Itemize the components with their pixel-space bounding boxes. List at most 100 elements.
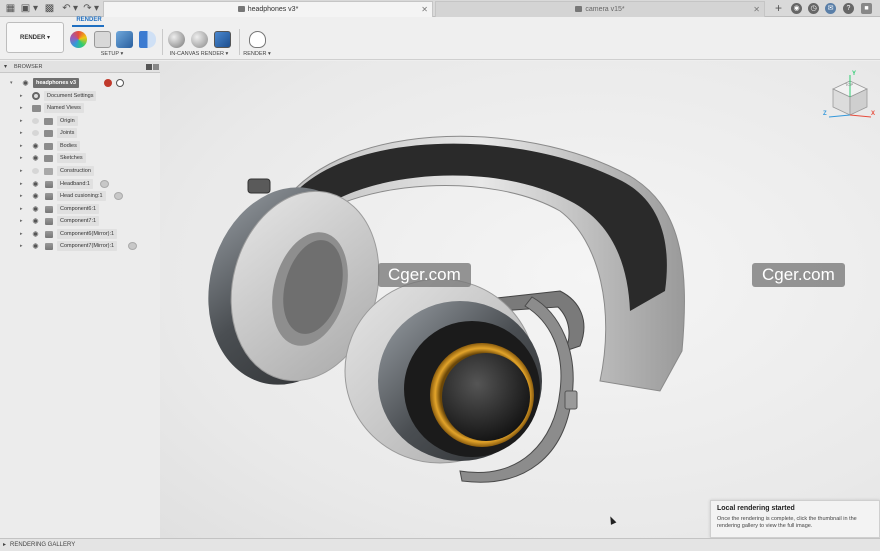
tree-item-label[interactable]: Sketches bbox=[57, 153, 86, 163]
expand-arrow-icon[interactable]: ▸ bbox=[3, 539, 6, 551]
appearance-icon[interactable] bbox=[70, 31, 87, 48]
expand-arrow-icon[interactable]: ▸ bbox=[20, 178, 26, 190]
rendering-gallery-bar[interactable]: ▸ RENDERING GALLERY bbox=[0, 538, 880, 551]
scene-settings-icon[interactable] bbox=[94, 31, 111, 48]
chevron-down-icon[interactable]: ▾ bbox=[91, 3, 102, 14]
workspace-switcher[interactable]: RENDER ▾ bbox=[6, 22, 64, 53]
new-tab-icon[interactable]: + bbox=[773, 2, 784, 14]
expand-arrow-icon[interactable]: ▸ bbox=[20, 90, 26, 102]
visibility-icon[interactable] bbox=[32, 218, 39, 224]
tree-item-construction[interactable]: ▸ Construction bbox=[0, 165, 160, 177]
collapse-arrow-icon[interactable]: ▾ bbox=[10, 77, 16, 89]
visibility-icon[interactable] bbox=[32, 206, 39, 212]
tab-camera[interactable]: camera v15* ✕ bbox=[435, 1, 765, 17]
expand-arrow-icon[interactable]: ▸ bbox=[20, 165, 26, 177]
headphones-model[interactable] bbox=[160, 61, 880, 538]
viewcube-graphic[interactable] bbox=[825, 73, 875, 123]
save-icon[interactable]: ▩ bbox=[44, 3, 55, 14]
expand-icon[interactable] bbox=[153, 64, 159, 70]
expand-arrow-icon[interactable]: ▸ bbox=[20, 228, 26, 240]
group-setup[interactable]: SETUP ▾ bbox=[88, 51, 136, 57]
expand-arrow-icon[interactable]: ▸ bbox=[20, 127, 26, 139]
expand-arrow-icon[interactable]: ▸ bbox=[20, 152, 26, 164]
expand-arrow-icon[interactable]: ▸ bbox=[20, 215, 26, 227]
tab-headphones[interactable]: headphones v3* ✕ bbox=[103, 1, 433, 17]
pin-icon[interactable] bbox=[146, 64, 152, 70]
tree-item-sketches[interactable]: ▸ Sketches bbox=[0, 152, 160, 164]
tree-item-joints[interactable]: ▸ Joints bbox=[0, 127, 160, 139]
tree-item-label[interactable]: Named Views bbox=[44, 103, 84, 113]
visibility-icon[interactable] bbox=[32, 130, 39, 136]
visibility-icon[interactable] bbox=[32, 143, 39, 149]
job-status-icon[interactable]: ◷ bbox=[808, 3, 819, 14]
tree-item-label[interactable]: Component7:1 bbox=[57, 216, 100, 226]
texture-map-icon[interactable] bbox=[116, 31, 133, 48]
close-icon[interactable]: ✕ bbox=[753, 2, 760, 18]
visibility-icon[interactable] bbox=[32, 168, 39, 174]
tree-item-label[interactable]: Component6(Mirror):1 bbox=[57, 229, 118, 239]
help-icon[interactable]: ? bbox=[843, 3, 854, 14]
expand-arrow-icon[interactable]: ▸ bbox=[20, 140, 26, 152]
tab-label: headphones v3* bbox=[247, 6, 299, 13]
tree-item-origin[interactable]: ▸ Origin bbox=[0, 115, 160, 127]
capture-image-icon[interactable] bbox=[214, 31, 231, 48]
group-in-canvas-render[interactable]: IN-CANVAS RENDER ▾ bbox=[166, 51, 232, 57]
link-icon[interactable] bbox=[128, 242, 137, 250]
visibility-icon[interactable] bbox=[22, 80, 29, 86]
chevron-down-icon[interactable]: ▾ bbox=[30, 3, 41, 14]
in-canvas-render-icon[interactable] bbox=[168, 31, 185, 48]
notifications-icon[interactable]: ✉ bbox=[825, 3, 836, 14]
expand-arrow-icon[interactable]: ▸ bbox=[20, 115, 26, 127]
visibility-icon[interactable] bbox=[32, 243, 39, 249]
decal-icon[interactable] bbox=[139, 31, 156, 48]
active-component-icon[interactable] bbox=[116, 79, 124, 87]
tree-item-label[interactable]: Origin bbox=[57, 116, 78, 126]
tree-item-named-views[interactable]: ▸ Named Views bbox=[0, 102, 160, 114]
tab-render[interactable]: RENDER bbox=[70, 17, 108, 23]
tree-item-label[interactable]: headphones v3 bbox=[33, 78, 80, 88]
grid-menu-icon[interactable]: ▦ bbox=[5, 3, 16, 14]
chevron-down-icon[interactable]: ▾ bbox=[70, 3, 81, 14]
render-notification[interactable]: Local rendering started Once the renderi… bbox=[710, 500, 880, 538]
expand-arrow-icon[interactable]: ▸ bbox=[20, 203, 26, 215]
visibility-icon[interactable] bbox=[32, 231, 39, 237]
tree-item-component6-mirror[interactable]: ▸ Component6(Mirror):1 bbox=[0, 228, 160, 240]
tree-item-label[interactable]: Construction bbox=[57, 166, 94, 176]
tree-item-label[interactable]: Joints bbox=[57, 128, 78, 138]
tree-item-label[interactable]: Bodies bbox=[57, 141, 80, 151]
visibility-icon[interactable] bbox=[32, 118, 39, 124]
visibility-icon[interactable] bbox=[32, 193, 39, 199]
link-icon[interactable] bbox=[114, 192, 123, 200]
viewport-canvas[interactable]: Cger.com Cger.com TOP Z X Y bbox=[160, 61, 880, 538]
tree-item-head-cushioning[interactable]: ▸ Head cusioning:1 bbox=[0, 190, 160, 202]
viewcube[interactable]: TOP Z X Y bbox=[823, 71, 875, 123]
tree-item-component6[interactable]: ▸ Component6:1 bbox=[0, 203, 160, 215]
link-icon[interactable] bbox=[100, 180, 109, 188]
teapot-render-icon[interactable] bbox=[249, 31, 266, 48]
record-icon[interactable] bbox=[104, 79, 112, 87]
tree-item-headband[interactable]: ▸ Headband:1 bbox=[0, 178, 160, 190]
browser-header[interactable]: ▾ BROWSER bbox=[0, 61, 160, 73]
visibility-icon[interactable] bbox=[32, 181, 39, 187]
visibility-icon[interactable] bbox=[32, 155, 39, 161]
extensions-icon[interactable]: ◉ bbox=[791, 3, 802, 14]
expand-arrow-icon[interactable]: ▸ bbox=[20, 190, 26, 202]
expand-arrow-icon[interactable]: ▸ bbox=[20, 240, 26, 252]
tree-root[interactable]: ▾ headphones v3 bbox=[0, 77, 160, 89]
render-settings-icon[interactable] bbox=[191, 31, 208, 48]
tree-item-label[interactable]: Head cusioning:1 bbox=[57, 191, 106, 201]
expand-arrow-icon[interactable]: ▸ bbox=[20, 102, 26, 114]
collapse-icon[interactable]: ▾ bbox=[4, 61, 7, 73]
tree-item-label[interactable]: Document Settings bbox=[44, 91, 97, 101]
tree-item-component7[interactable]: ▸ Component7:1 bbox=[0, 215, 160, 227]
x-axis-line bbox=[849, 114, 872, 118]
tree-item-label[interactable]: Component6:1 bbox=[57, 204, 100, 214]
tree-item-label[interactable]: Component7(Mirror):1 bbox=[57, 241, 118, 251]
tree-item-label[interactable]: Headband:1 bbox=[57, 179, 93, 189]
group-render[interactable]: RENDER ▾ bbox=[238, 51, 276, 57]
account-icon[interactable]: ■ bbox=[861, 3, 872, 14]
close-icon[interactable]: ✕ bbox=[421, 2, 428, 18]
tree-item-bodies[interactable]: ▸ Bodies bbox=[0, 140, 160, 152]
tree-item-document-settings[interactable]: ▸ Document Settings bbox=[0, 90, 160, 102]
tree-item-component7-mirror[interactable]: ▸ Component7(Mirror):1 bbox=[0, 240, 160, 252]
